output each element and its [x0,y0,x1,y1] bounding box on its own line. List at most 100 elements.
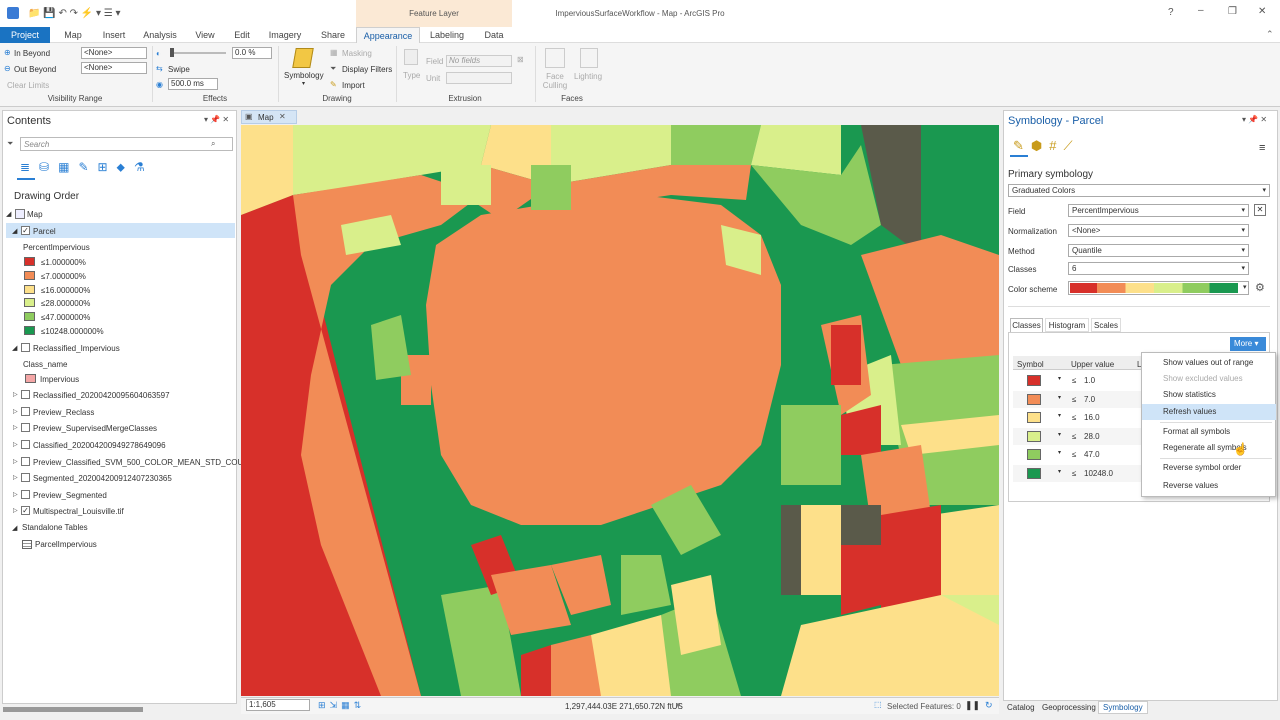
flicker-input[interactable]: 500.0 ms [168,78,218,90]
extrusion-unit-dropdown[interactable] [446,72,512,84]
menu-reverse-symbol-order[interactable]: Reverse symbol order [1142,460,1276,476]
expand-icon[interactable]: ◢ [12,227,17,235]
tab-analysis[interactable]: Analysis [138,27,182,43]
table-name[interactable]: ParcelImpervious [35,540,97,549]
table-row[interactable]: ▾ ≤28.0 [1013,428,1141,445]
transparency-slider-thumb[interactable] [170,48,174,57]
layer-visibility-checkbox[interactable]: ✓ [21,506,30,515]
tab-data[interactable]: Data [476,27,512,43]
menu-format-all-symbols[interactable]: Format all symbols [1142,424,1276,440]
symbology-mode-icons[interactable]: ✎⬢#⟋ [1013,138,1080,154]
tab-map[interactable]: Map [56,27,90,43]
collapse-icon[interactable]: ▷ [13,441,18,448]
upper-value[interactable]: 16.0 [1084,413,1100,422]
layer-name[interactable]: Preview_SupervisedMergeClasses [33,424,157,433]
field-dropdown[interactable]: PercentImpervious ▾ [1068,204,1249,217]
chevron-down-icon[interactable]: ▾ [1243,283,1247,291]
filter-icon[interactable]: ⏷ [7,139,13,149]
parcel-visibility-checkbox[interactable]: ✓ [21,226,30,235]
minimize-icon[interactable]: – [1198,5,1204,16]
layer-name[interactable]: Preview_Reclass [33,408,94,417]
tab-symbology[interactable]: Symbology [1098,701,1148,714]
symbol-swatch[interactable] [1027,468,1041,479]
menu-reverse-values[interactable]: Reverse values [1142,478,1276,494]
tab-project[interactable]: Project [0,27,50,43]
pause-icon[interactable]: ❚❚ [965,700,980,711]
expression-icon[interactable]: ✕ [1254,204,1266,216]
upper-value[interactable]: 28.0 [1084,432,1100,441]
tab-geoprocessing[interactable]: Geoprocessing [1042,703,1096,712]
pane-options-icon[interactable]: ▾ 📌 ✕ [204,115,229,124]
tab-appearance[interactable]: Appearance [356,27,420,43]
layer-visibility-checkbox[interactable] [21,457,30,466]
map-nav-icons[interactable]: ⊞⇲▦⇅ [318,700,365,711]
map-scale-dropdown[interactable]: 1:1,605 [246,699,310,711]
table-row[interactable]: ▾ ≤47.0 [1013,446,1141,463]
symbology-button[interactable]: Symbology [284,71,324,80]
restore-icon[interactable]: ❐ [1228,6,1237,17]
symbol-swatch[interactable] [1027,431,1041,442]
table-row[interactable]: ▾ ≤16.0 [1013,409,1141,426]
tab-edit[interactable]: Edit [228,27,256,43]
method-dropdown[interactable]: Quantile ▾ [1068,244,1249,257]
help-icon[interactable]: ? [1168,7,1174,18]
contents-view-icons[interactable]: ≣⛁▦✎⊞⬥⚗ [20,160,154,175]
tab-scales[interactable]: Scales [1091,318,1121,332]
collapse-icon[interactable]: ▷ [13,424,18,431]
tab-histogram[interactable]: Histogram [1045,318,1089,332]
standalone-tables-heading[interactable]: Standalone Tables [22,523,88,532]
menu-refresh-values[interactable]: Refresh values [1142,404,1276,420]
layer-visibility-checkbox[interactable] [21,423,30,432]
layer-visibility-checkbox[interactable] [21,473,30,482]
layer-name[interactable]: Preview_Classified_SVM_500_COLOR_MEAN_ST… [33,458,254,467]
layer-visibility-checkbox[interactable] [21,440,30,449]
masking-button[interactable]: Masking [342,49,372,58]
transparency-input[interactable]: 0.0 % [232,47,272,59]
table-row[interactable]: ▾ ≤10248.0 [1013,465,1141,482]
layer-visibility-checkbox[interactable] [21,343,30,352]
display-filters-button[interactable]: Display Filters [342,65,392,74]
layer-visibility-checkbox[interactable] [21,390,30,399]
upper-value[interactable]: 1.0 [1084,376,1095,385]
expand-icon[interactable]: ◢ [6,210,11,218]
reclassified-layer-name[interactable]: Reclassified_Impervious [33,344,120,353]
symbology-icon[interactable] [292,48,314,68]
layer-name[interactable]: Multispectral_Louisville.tif [33,507,124,516]
layer-name[interactable]: Preview_Segmented [33,491,107,500]
chevron-down-icon[interactable]: ▾ [1058,412,1061,419]
symbol-swatch[interactable] [1027,412,1041,423]
menu-regenerate-all-symbols[interactable]: Regenerate all symbols [1142,440,1276,456]
collapse-icon[interactable]: ▷ [13,391,18,398]
tab-share[interactable]: Share [314,27,352,43]
contents-scrollbar[interactable] [3,707,143,712]
col-symbol[interactable]: Symbol [1017,360,1044,369]
layer-name[interactable]: Segmented_20200420091240723036​5 [33,474,172,483]
upper-value[interactable]: 7.0 [1084,395,1095,404]
table-row[interactable]: ▾ ≤1.0 [1013,372,1141,389]
menu-show-excluded-values[interactable]: Show excluded values [1142,371,1276,387]
collapse-icon[interactable]: ▷ [13,474,18,481]
coordinate-format-icon[interactable]: ▾ [676,700,681,711]
collapse-ribbon-icon[interactable]: ⌃ [1266,29,1274,40]
tab-labeling[interactable]: Labeling [424,27,470,43]
chevron-down-icon[interactable]: ▾ [302,80,305,87]
tab-imagery[interactable]: Imagery [262,27,308,43]
normalization-dropdown[interactable]: <None> ▾ [1068,224,1249,237]
quick-access-toolbar[interactable]: 📁 💾 ↶ ↷ ⚡ ▾ ☰ ▾ [28,8,121,19]
more-button[interactable]: More ▾ [1230,337,1266,351]
layer-name[interactable]: Reclassified_20200420095604063597 [33,391,170,400]
face-culling-button[interactable]: Face Culling [540,72,570,90]
table-row[interactable]: ▾ ≤7.0 [1013,391,1141,408]
collapse-icon[interactable]: ▷ [13,458,18,465]
clear-limits-button[interactable]: Clear Limits [7,81,49,90]
extrusion-type-button[interactable]: Type [403,71,420,80]
symbol-swatch[interactable] [1027,449,1041,460]
search-icon[interactable]: ⌕ [211,139,215,149]
refresh-icon[interactable]: ↻ [985,700,993,711]
lighting-button[interactable]: Lighting [574,72,602,81]
collapse-icon[interactable]: ▷ [13,507,18,514]
extrusion-field-dropdown[interactable]: No fields [446,55,512,67]
menu-show-statistics[interactable]: Show statistics [1142,387,1276,403]
expand-icon[interactable]: ◢ [12,524,17,532]
chevron-down-icon[interactable]: ▾ [1058,394,1061,401]
